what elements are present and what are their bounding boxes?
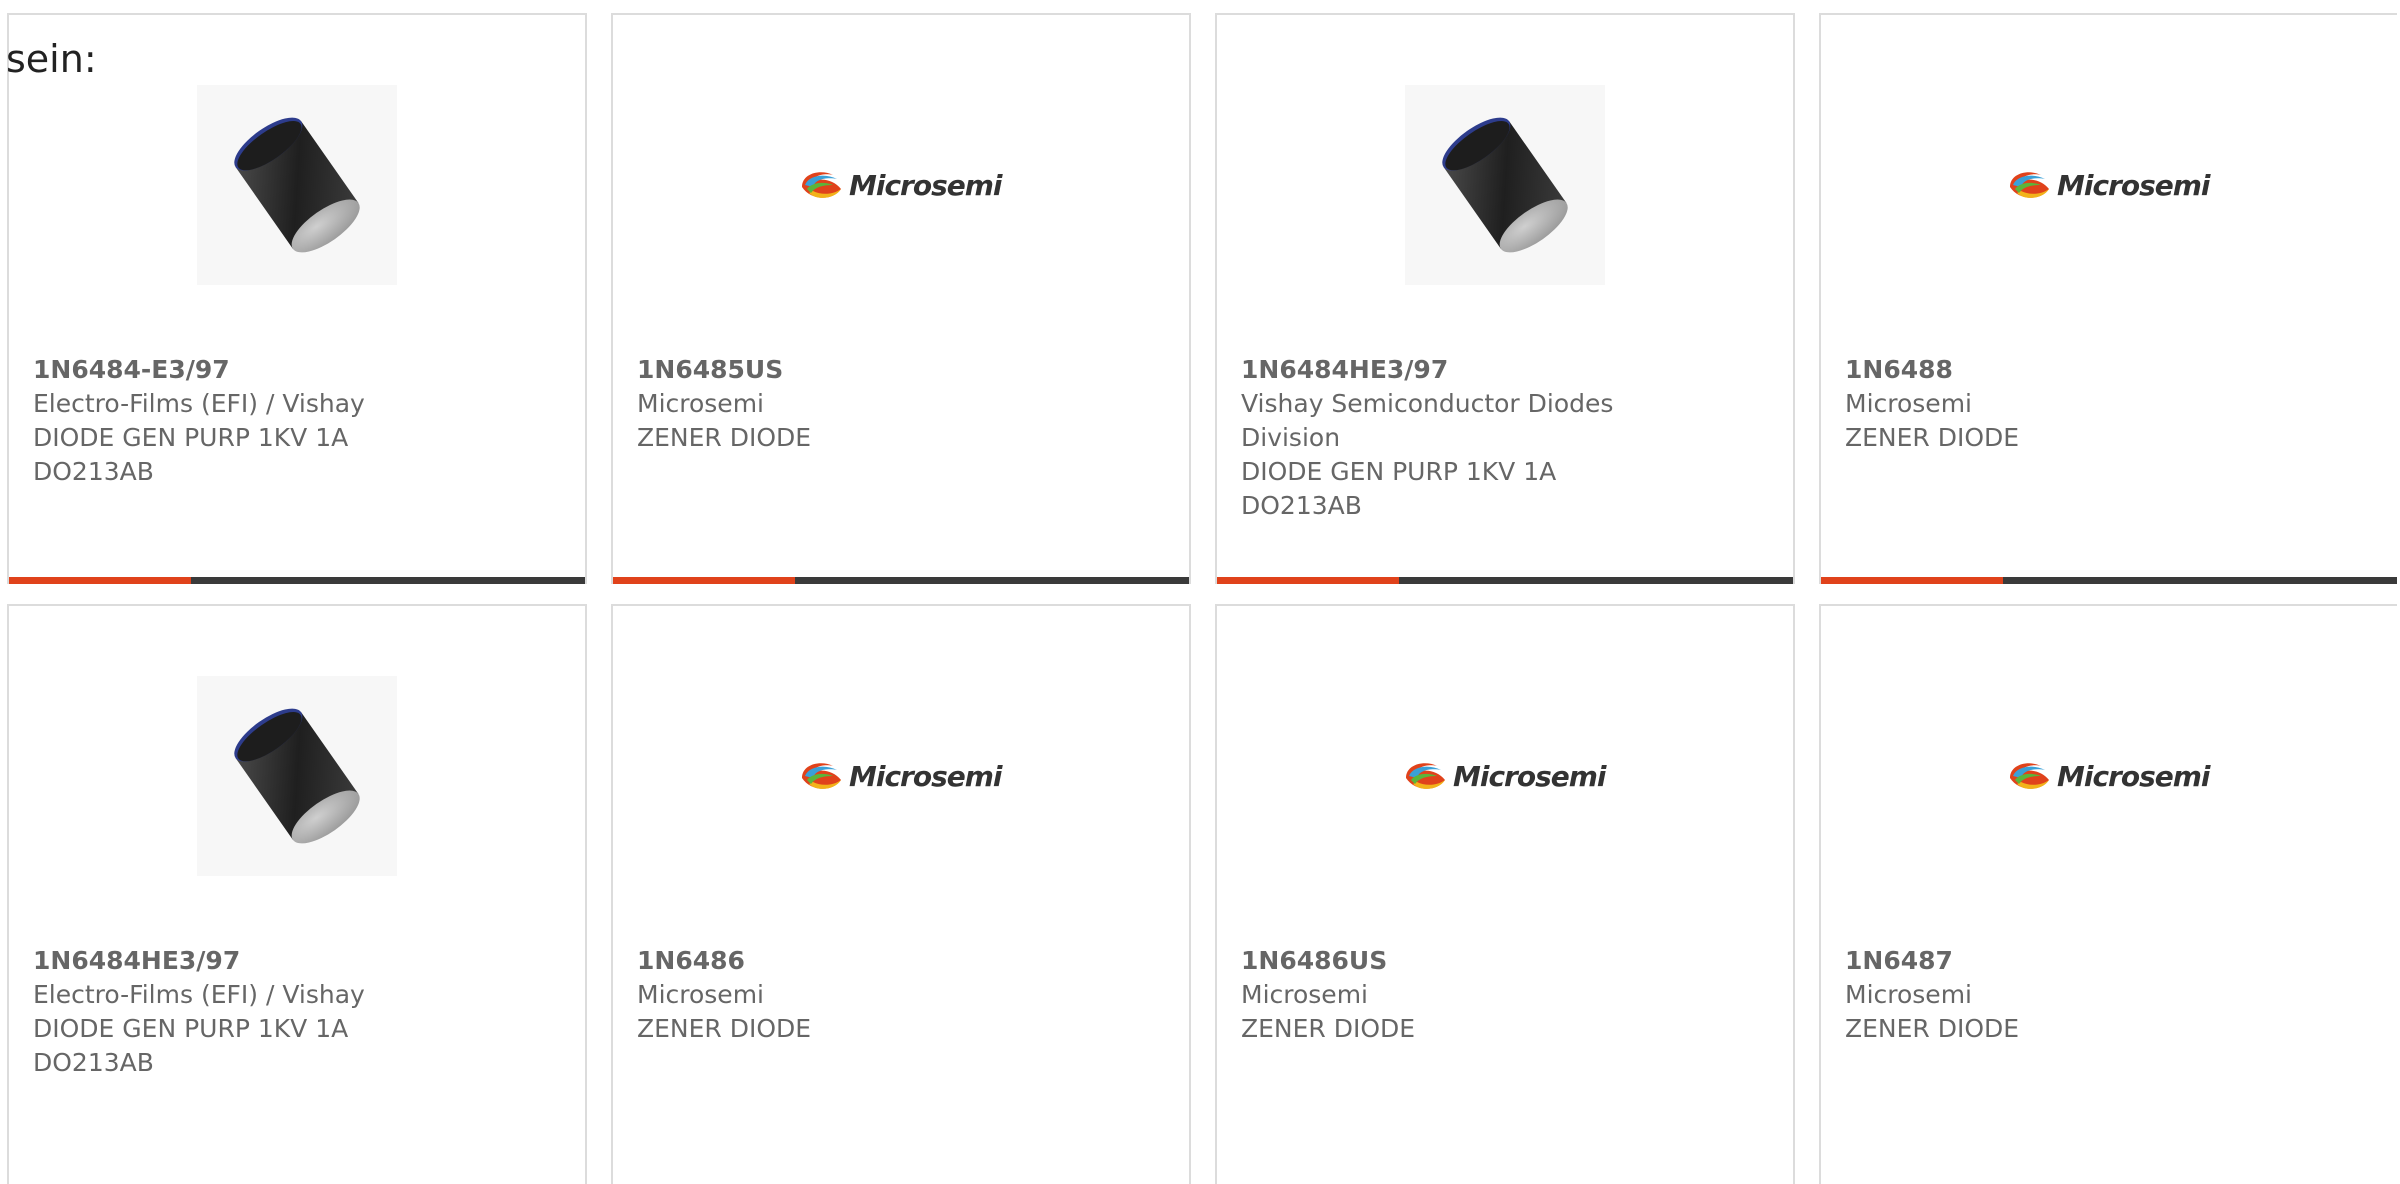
manufacturer: Microsemi [637,980,764,1009]
part-number[interactable]: 1N6488 [1845,355,1953,384]
manufacturer: Electro-Films (EFI) / Vishay [33,389,365,418]
product-card[interactable]: 1N6484-E3/97 Electro-Films (EFI) / Visha… [7,13,587,584]
microsemi-logo [799,165,1004,205]
part-number[interactable]: 1N6485US [637,355,783,384]
description: ZENER DIODE [1845,1014,2020,1043]
microsemi-logo [799,756,1004,796]
diode-image [197,85,397,285]
intro-text: sein: [6,37,97,81]
description: ZENER DIODE [1241,1014,1416,1043]
description: ZENER DIODE [637,1014,812,1043]
microsemi-logo [2007,165,2212,205]
manufacturer: Microsemi [637,389,764,418]
description: DIODE GEN PURP 1KV 1A DO213AB [1241,457,1557,520]
product-card[interactable]: 1N6485US Microsemi ZENER DIODE [611,13,1191,584]
card-footer-bar [9,577,585,584]
card-footer-bar [1217,577,1793,584]
product-card[interactable]: 1N6484HE3/97 Electro-Films (EFI) / Visha… [7,604,587,1184]
microsemi-logo [2007,756,2212,796]
microsemi-logo [1403,756,1608,796]
description: ZENER DIODE [1845,423,2020,452]
product-card[interactable]: 1N6486US Microsemi ZENER DIODE [1215,604,1795,1184]
manufacturer: Microsemi [1845,980,1972,1009]
part-number[interactable]: 1N6484-E3/97 [33,355,230,384]
diode-image [197,676,397,876]
diode-image [1405,85,1605,285]
part-number[interactable]: 1N6484HE3/97 [1241,355,1448,384]
part-number[interactable]: 1N6486 [637,946,745,975]
part-number[interactable]: 1N6487 [1845,946,1953,975]
description: ZENER DIODE [637,423,812,452]
card-footer-bar [1821,577,2397,584]
product-grid: 1N6484-E3/97 Electro-Films (EFI) / Visha… [7,13,2400,1184]
manufacturer: Microsemi [1241,980,1368,1009]
product-card[interactable]: 1N6488 Microsemi ZENER DIODE [1819,13,2397,584]
product-card[interactable]: 1N6487 Microsemi ZENER DIODE [1819,604,2397,1184]
part-number[interactable]: 1N6484HE3/97 [33,946,240,975]
manufacturer: Vishay Semiconductor Diodes Division [1241,389,1614,452]
part-number[interactable]: 1N6486US [1241,946,1387,975]
product-card[interactable]: 1N6484HE3/97 Vishay Semiconductor Diodes… [1215,13,1795,584]
description: DIODE GEN PURP 1KV 1A DO213AB [33,423,349,486]
manufacturer: Microsemi [1845,389,1972,418]
card-footer-bar [613,577,1189,584]
manufacturer: Electro-Films (EFI) / Vishay [33,980,365,1009]
product-card[interactable]: 1N6486 Microsemi ZENER DIODE [611,604,1191,1184]
description: DIODE GEN PURP 1KV 1A DO213AB [33,1014,349,1077]
